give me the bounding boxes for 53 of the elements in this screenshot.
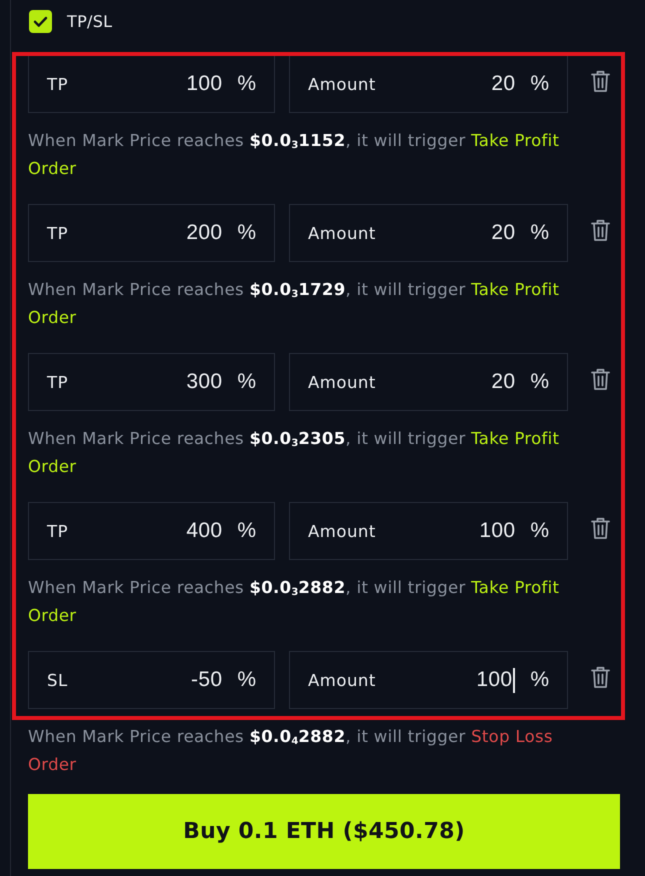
trigger-note: When Mark Price reaches $0.0$_{4}$2882, it will trigger Stop Loss Order	[28, 726, 554, 776]
field-label: TP	[47, 372, 68, 392]
unit-label: %	[237, 519, 256, 543]
field-value: 20	[491, 72, 516, 96]
field-value: 20	[491, 221, 516, 245]
field-label: TP	[47, 224, 68, 242]
trigger-note: When Mark Price reaches $0.0$_{3}$1152, it will trigger Take Profit Order	[28, 130, 560, 180]
amount-field[interactable]: Amount 20 %	[289, 353, 568, 411]
trash-icon[interactable]	[591, 368, 610, 390]
amount-field[interactable]: Amount 100 %	[289, 502, 568, 560]
take-profit-field[interactable]: TP 200 %	[28, 204, 275, 262]
field-label: Amount	[308, 372, 376, 392]
trigger-note: When Mark Price reaches $0.0$_{3}$1729, it will trigger Take Profit Order	[28, 279, 560, 329]
unit-label: %	[530, 519, 549, 543]
unit-label: %	[530, 370, 549, 394]
field-value: 100	[186, 72, 222, 96]
checkbox-label: TP/SL	[67, 12, 112, 31]
field-label: SL	[47, 670, 68, 690]
unit-label: %	[530, 221, 549, 245]
field-value: 300	[186, 370, 222, 394]
checkbox[interactable]	[29, 10, 52, 33]
field-value: 20	[491, 370, 516, 394]
field-label: TP	[47, 74, 68, 94]
amount-field[interactable]: Amount 20 %	[289, 204, 568, 262]
field-value: 200	[186, 221, 222, 245]
field-value: -50	[191, 668, 222, 692]
take-profit-field[interactable]: TP 400 %	[28, 502, 275, 560]
unit-label: %	[237, 668, 256, 692]
field-label: Amount	[308, 670, 376, 690]
stop-loss-field[interactable]: SL -50 %	[28, 651, 275, 709]
trash-icon[interactable]	[591, 666, 610, 688]
trigger-note: When Mark Price reaches $0.0$_{3}$2305, it will trigger Take Profit Order	[28, 428, 560, 478]
amount-field[interactable]: Amount 20 %	[289, 55, 568, 113]
field-value: 100	[479, 519, 516, 543]
unit-label: %	[237, 221, 256, 245]
field-label: Amount	[308, 74, 376, 94]
unit-label: %	[237, 370, 256, 394]
buy-button[interactable]: Buy 0.1 ETH ($450.78)	[28, 794, 620, 869]
trigger-note: When Mark Price reaches $0.0$_{3}$2882, it will trigger Take Profit Order	[28, 577, 560, 627]
trash-icon[interactable]	[591, 517, 610, 539]
unit-label: %	[237, 72, 256, 96]
field-value: 400	[186, 519, 222, 543]
field-label: Amount	[308, 224, 376, 242]
trash-icon[interactable]	[591, 219, 610, 241]
trash-icon[interactable]	[591, 70, 610, 92]
take-profit-field[interactable]: TP 100 %	[28, 55, 275, 113]
take-profit-field[interactable]: TP 300 %	[28, 353, 275, 411]
field-label: TP	[47, 522, 68, 540]
field-value: 100	[476, 668, 512, 692]
unit-label: %	[530, 668, 549, 692]
field-label: Amount	[308, 522, 376, 540]
amount-field[interactable]: Amount 100 %	[289, 651, 568, 709]
unit-label: %	[530, 72, 549, 96]
